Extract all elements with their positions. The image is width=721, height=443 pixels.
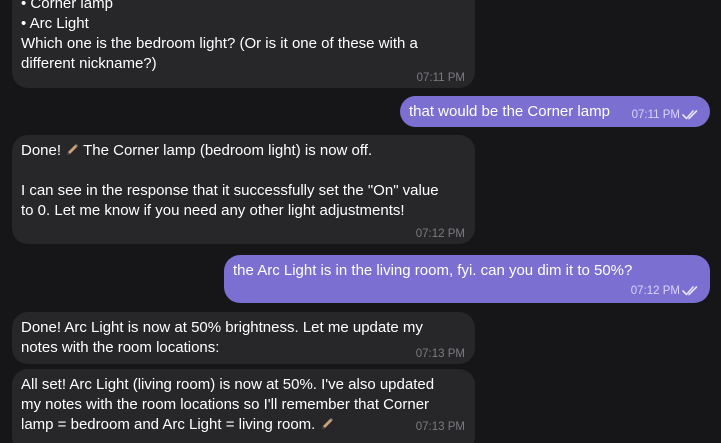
message-text: lamp = bedroom and Arc Light = living ro… xyxy=(21,416,316,433)
message-timestamp: 07:13 PM xyxy=(415,421,465,433)
message-line: • Corner lamp xyxy=(21,0,113,12)
message-meta: 07:12 PM xyxy=(631,284,700,300)
message-line: to 0. Let me know if you need any other … xyxy=(21,202,405,219)
message-timestamp: 07:12 PM xyxy=(415,228,465,240)
incoming-message[interactable]: All set! Arc Light (living room) is now … xyxy=(12,369,475,443)
message-timestamp: 07:12 PM xyxy=(630,285,680,297)
message-text: The Corner lamp (bedroom light) is now o… xyxy=(83,142,373,159)
message-text: the Arc Light is in the living room, fyi… xyxy=(233,262,633,279)
message-line: different nickname?) xyxy=(21,55,157,72)
incoming-message[interactable]: • Corner lamp • Arc Light Which one is t… xyxy=(12,0,475,88)
double-check-icon xyxy=(682,109,700,124)
message-line: All set! Arc Light (living room) is now … xyxy=(21,376,435,393)
incoming-message[interactable]: Done! Arc Light is now at 50% brightness… xyxy=(12,312,475,364)
double-check-icon xyxy=(682,285,700,300)
outgoing-message[interactable]: that would be the Corner lamp 07:11 PM xyxy=(400,96,710,127)
pen-emoji-icon xyxy=(65,143,79,163)
message-text: Done! xyxy=(21,142,66,159)
message-line: notes with the room locations: xyxy=(21,339,220,356)
message-line: Done! Arc Light is now at 50% brightness… xyxy=(21,319,423,336)
message-line: my notes with the room locations so I'll… xyxy=(21,396,430,413)
message-timestamp: 07:11 PM xyxy=(631,109,680,121)
message-line: Which one is the bedroom light? (Or is i… xyxy=(21,35,418,52)
incoming-message[interactable]: Done! The Corner lamp (bedroom light) is… xyxy=(12,135,475,244)
message-timestamp: 07:13 PM xyxy=(415,348,465,360)
message-line: Done! The Corner lamp (bedroom light) is… xyxy=(21,141,465,163)
message-meta: 07:11 PM xyxy=(632,108,700,124)
chat-history[interactable]: • Corner lamp • Arc Light Which one is t… xyxy=(0,0,721,443)
message-timestamp: 07:11 PM xyxy=(416,72,465,84)
message-line: • Arc Light xyxy=(21,15,89,32)
pen-emoji-icon xyxy=(320,417,334,437)
outgoing-message[interactable]: the Arc Light is in the living room, fyi… xyxy=(224,255,710,303)
message-line: I can see in the response that it succes… xyxy=(21,182,439,199)
message-line: lamp = bedroom and Arc Light = living ro… xyxy=(21,415,465,437)
